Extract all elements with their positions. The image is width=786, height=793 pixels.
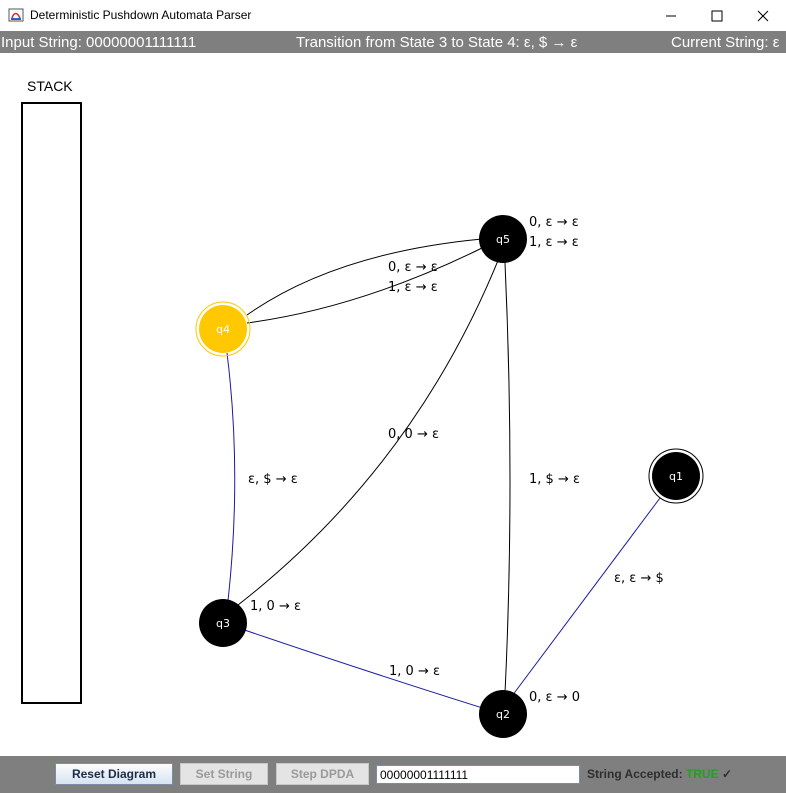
state-q5[interactable]: q5 <box>479 215 527 263</box>
maximize-button[interactable] <box>694 0 740 31</box>
label-q3-q4: ε, $ → ε <box>248 472 298 487</box>
label-q2-q3: 1, 0 → ε <box>389 664 440 679</box>
title-bar: Deterministic Pushdown Automata Parser <box>0 0 786 31</box>
edge-q2-q3 <box>223 622 506 716</box>
label-q1-q2: ε, ε → $ <box>614 571 664 586</box>
minimize-button[interactable] <box>648 0 694 31</box>
label-q2-self: 0, ε → 0 <box>529 690 580 705</box>
label-q5-self-0: 0, ε → ε <box>529 215 579 230</box>
label-q5-q4: 1, ε → ε <box>388 280 438 295</box>
current-string-status: Current String: ε <box>671 34 780 51</box>
string-accepted-status: String Accepted: TRUE ✓ <box>587 767 732 781</box>
accepted-value: TRUE <box>685 767 719 781</box>
minimize-icon <box>666 15 676 16</box>
java-app-icon <box>8 8 24 22</box>
close-button[interactable] <box>740 0 786 31</box>
maximize-icon <box>711 10 723 21</box>
label-q3-self: 1, 0 → ε <box>250 599 301 614</box>
state-q1-label: q1 <box>669 470 683 483</box>
state-q3[interactable]: q3 <box>199 599 247 647</box>
close-icon <box>757 10 769 21</box>
window-title: Deterministic Pushdown Automata Parser <box>30 8 252 22</box>
step-dpda-button[interactable]: Step DPDA <box>276 763 369 785</box>
state-q4[interactable]: q4 <box>195 301 251 357</box>
state-q2[interactable]: q2 <box>479 690 527 738</box>
transition-status: Transition from State 3 to State 4: ε, $… <box>296 34 578 51</box>
label-q4-q5: 0, ε → ε <box>388 260 438 275</box>
state-q1[interactable]: q1 <box>648 448 704 504</box>
accepted-label: String Accepted: <box>587 767 683 781</box>
input-string-field[interactable] <box>376 765 580 784</box>
edge-q3-q5 <box>237 242 506 606</box>
edge-q2-q5 <box>504 262 511 694</box>
label-q3-q5: 0, 0 → ε <box>388 427 439 442</box>
edge-q3-q4 <box>226 352 236 602</box>
edge-q5-q4-lower <box>246 247 483 324</box>
label-q2-q5: 1, $ → ε <box>529 472 580 487</box>
state-q4-label: q4 <box>216 323 230 336</box>
label-q5-self-1: 1, ε → ε <box>529 235 579 250</box>
set-string-button[interactable]: Set String <box>180 763 268 785</box>
control-bar: Reset Diagram Set String Step DPDA Strin… <box>0 756 786 793</box>
state-q2-label: q2 <box>496 708 510 721</box>
edge-q1-q2 <box>511 497 661 697</box>
status-bar: Input String: 00000001111111 Transition … <box>0 31 786 53</box>
input-string-status: Input String: 00000001111111 <box>1 34 197 51</box>
edge-q4-q5-upper <box>246 238 483 316</box>
reset-diagram-button[interactable]: Reset Diagram <box>55 763 173 785</box>
automaton-diagram: 0, ε → ε 1, ε → ε 0, ε → ε 1, ε → ε 0, 0… <box>195 215 704 738</box>
state-q3-label: q3 <box>216 617 230 630</box>
state-q5-label: q5 <box>496 233 510 246</box>
checkmark-icon: ✓ <box>721 767 732 781</box>
